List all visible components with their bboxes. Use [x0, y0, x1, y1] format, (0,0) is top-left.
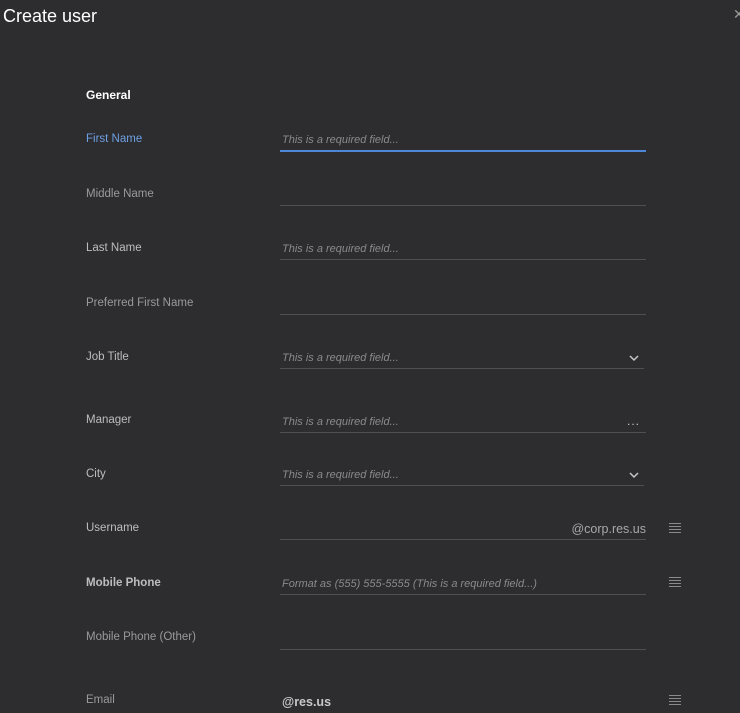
last-name-input[interactable] — [282, 241, 612, 257]
close-icon[interactable]: ✕ — [733, 6, 740, 22]
first-name-label: First Name — [86, 133, 143, 145]
mobile-phone-field[interactable] — [280, 574, 646, 595]
manager-input[interactable] — [282, 414, 612, 430]
manager-label: Manager — [86, 414, 132, 426]
job-title-label: Job Title — [86, 351, 129, 363]
username-input[interactable] — [282, 521, 562, 537]
username-field[interactable]: @corp.res.us — [280, 519, 646, 540]
mobile-phone-other-label: Mobile Phone (Other) — [86, 631, 196, 643]
menu-icon[interactable] — [669, 577, 681, 587]
ellipsis-icon[interactable]: ... — [627, 414, 640, 428]
manager-field[interactable]: ... — [280, 412, 646, 433]
email-label: Email — [86, 694, 115, 706]
job-title-select[interactable] — [280, 348, 644, 369]
middle-name-field[interactable] — [280, 185, 646, 206]
menu-icon[interactable] — [669, 523, 681, 533]
last-name-field[interactable] — [280, 239, 646, 260]
mobile-phone-other-input[interactable] — [282, 631, 612, 647]
city-input[interactable] — [282, 467, 612, 483]
city-label: City — [86, 468, 106, 480]
menu-icon[interactable] — [669, 695, 681, 705]
chevron-down-icon[interactable] — [628, 470, 640, 480]
dialog-title: Create user — [3, 6, 98, 26]
preferred-first-name-label: Preferred First Name — [86, 297, 194, 309]
first-name-input[interactable] — [282, 132, 612, 148]
city-select[interactable] — [280, 465, 644, 486]
first-name-field[interactable] — [280, 130, 646, 152]
username-label: Username — [86, 522, 140, 534]
middle-name-label: Middle Name — [86, 188, 154, 200]
job-title-input[interactable] — [282, 350, 612, 366]
mobile-phone-input[interactable] — [282, 576, 642, 592]
email-domain: @res.us — [282, 695, 332, 709]
mobile-phone-other-field[interactable] — [280, 629, 646, 650]
chevron-down-icon[interactable] — [628, 353, 640, 363]
middle-name-input[interactable] — [282, 187, 612, 203]
section-heading-general: General — [86, 88, 131, 102]
username-domain-suffix: @corp.res.us — [571, 522, 646, 536]
last-name-label: Last Name — [86, 242, 142, 254]
preferred-first-name-field[interactable] — [280, 294, 646, 315]
mobile-phone-label: Mobile Phone — [86, 577, 161, 589]
preferred-first-name-input[interactable] — [282, 296, 612, 312]
